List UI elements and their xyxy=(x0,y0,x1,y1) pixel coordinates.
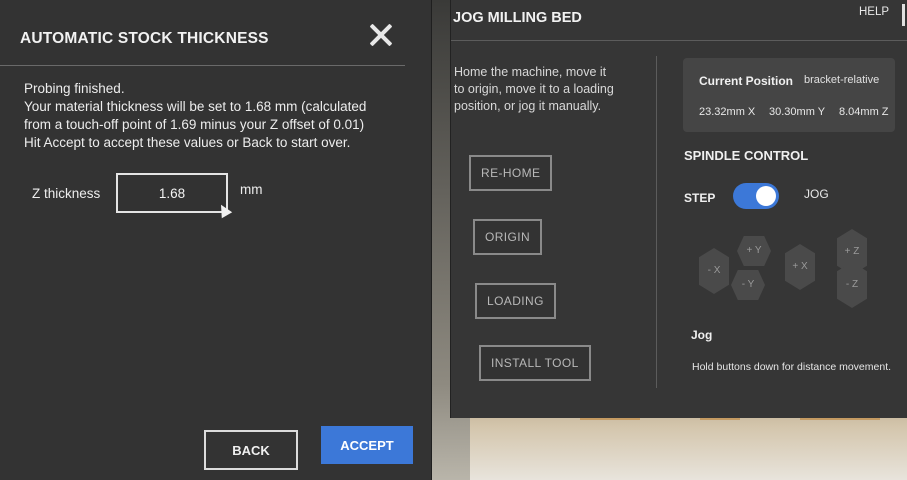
stock-thickness-dialog: AUTOMATIC STOCK THICKNESS Probing finish… xyxy=(0,0,432,480)
intro-line: to origin, move it to a loading xyxy=(454,82,614,96)
step-label: STEP xyxy=(684,191,716,205)
position-z: 8.04mm Z xyxy=(839,106,889,118)
z-unit-label: mm xyxy=(240,182,263,197)
install-tool-button[interactable]: INSTALL TOOL xyxy=(479,345,591,381)
position-mode: bracket-relative xyxy=(804,74,880,86)
message-line: Probing finished. xyxy=(24,81,125,96)
close-icon[interactable] xyxy=(366,20,396,50)
jog-heading: Jog xyxy=(691,328,713,342)
message-line: Hit Accept to accept these values or Bac… xyxy=(24,135,351,150)
jog-plus-y-button[interactable]: + Y xyxy=(737,236,771,266)
panel-title: JOG MILLING BED xyxy=(453,10,582,26)
probe-result-message: Probing finished. Your material thicknes… xyxy=(24,80,404,152)
column-divider xyxy=(656,56,657,388)
jog-minus-z-button[interactable]: - Z xyxy=(837,262,867,308)
dialog-title: AUTOMATIC STOCK THICKNESS xyxy=(20,30,269,47)
loading-button[interactable]: LOADING xyxy=(475,283,556,319)
divider xyxy=(451,40,907,41)
spindle-control-title: SPINDLE CONTROL xyxy=(684,148,809,163)
intro-line: position, or jog it manually. xyxy=(454,99,602,113)
help-icon[interactable] xyxy=(902,4,907,26)
jog-plus-x-button[interactable]: + X xyxy=(785,244,815,290)
accept-button[interactable]: ACCEPT xyxy=(321,426,413,464)
jog-intro-text: Home the machine, move it to origin, mov… xyxy=(454,64,644,115)
position-y: 30.30mm Y xyxy=(769,106,826,118)
step-jog-toggle[interactable] xyxy=(733,183,779,209)
message-line: from a touch-off point of 1.69 minus you… xyxy=(24,117,365,132)
message-line: Your material thickness will be set to 1… xyxy=(24,99,367,114)
z-thickness-label: Z thickness xyxy=(32,186,101,201)
origin-button[interactable]: ORIGIN xyxy=(473,219,543,255)
jog-minus-x-button[interactable]: - X xyxy=(699,248,729,294)
jog-milling-bed-panel: JOG MILLING BED HELP Home the machine, m… xyxy=(450,0,907,418)
divider xyxy=(0,65,405,66)
position-title: Current Position xyxy=(699,74,794,88)
help-link[interactable]: HELP xyxy=(859,6,889,18)
intro-line: Home the machine, move it xyxy=(454,65,607,79)
jog-minus-y-button[interactable]: - Y xyxy=(731,270,765,300)
toggle-knob xyxy=(756,186,776,206)
current-position-box: Current Position bracket-relative 23.32m… xyxy=(683,58,895,132)
re-home-button[interactable]: RE-HOME xyxy=(469,155,553,191)
jog-hint: Hold buttons down for distance movement. xyxy=(692,361,892,373)
position-x: 23.32mm X xyxy=(699,106,756,118)
jog-mode-label: JOG xyxy=(804,187,829,201)
back-button[interactable]: BACK xyxy=(204,430,298,470)
z-thickness-input[interactable] xyxy=(116,173,228,213)
